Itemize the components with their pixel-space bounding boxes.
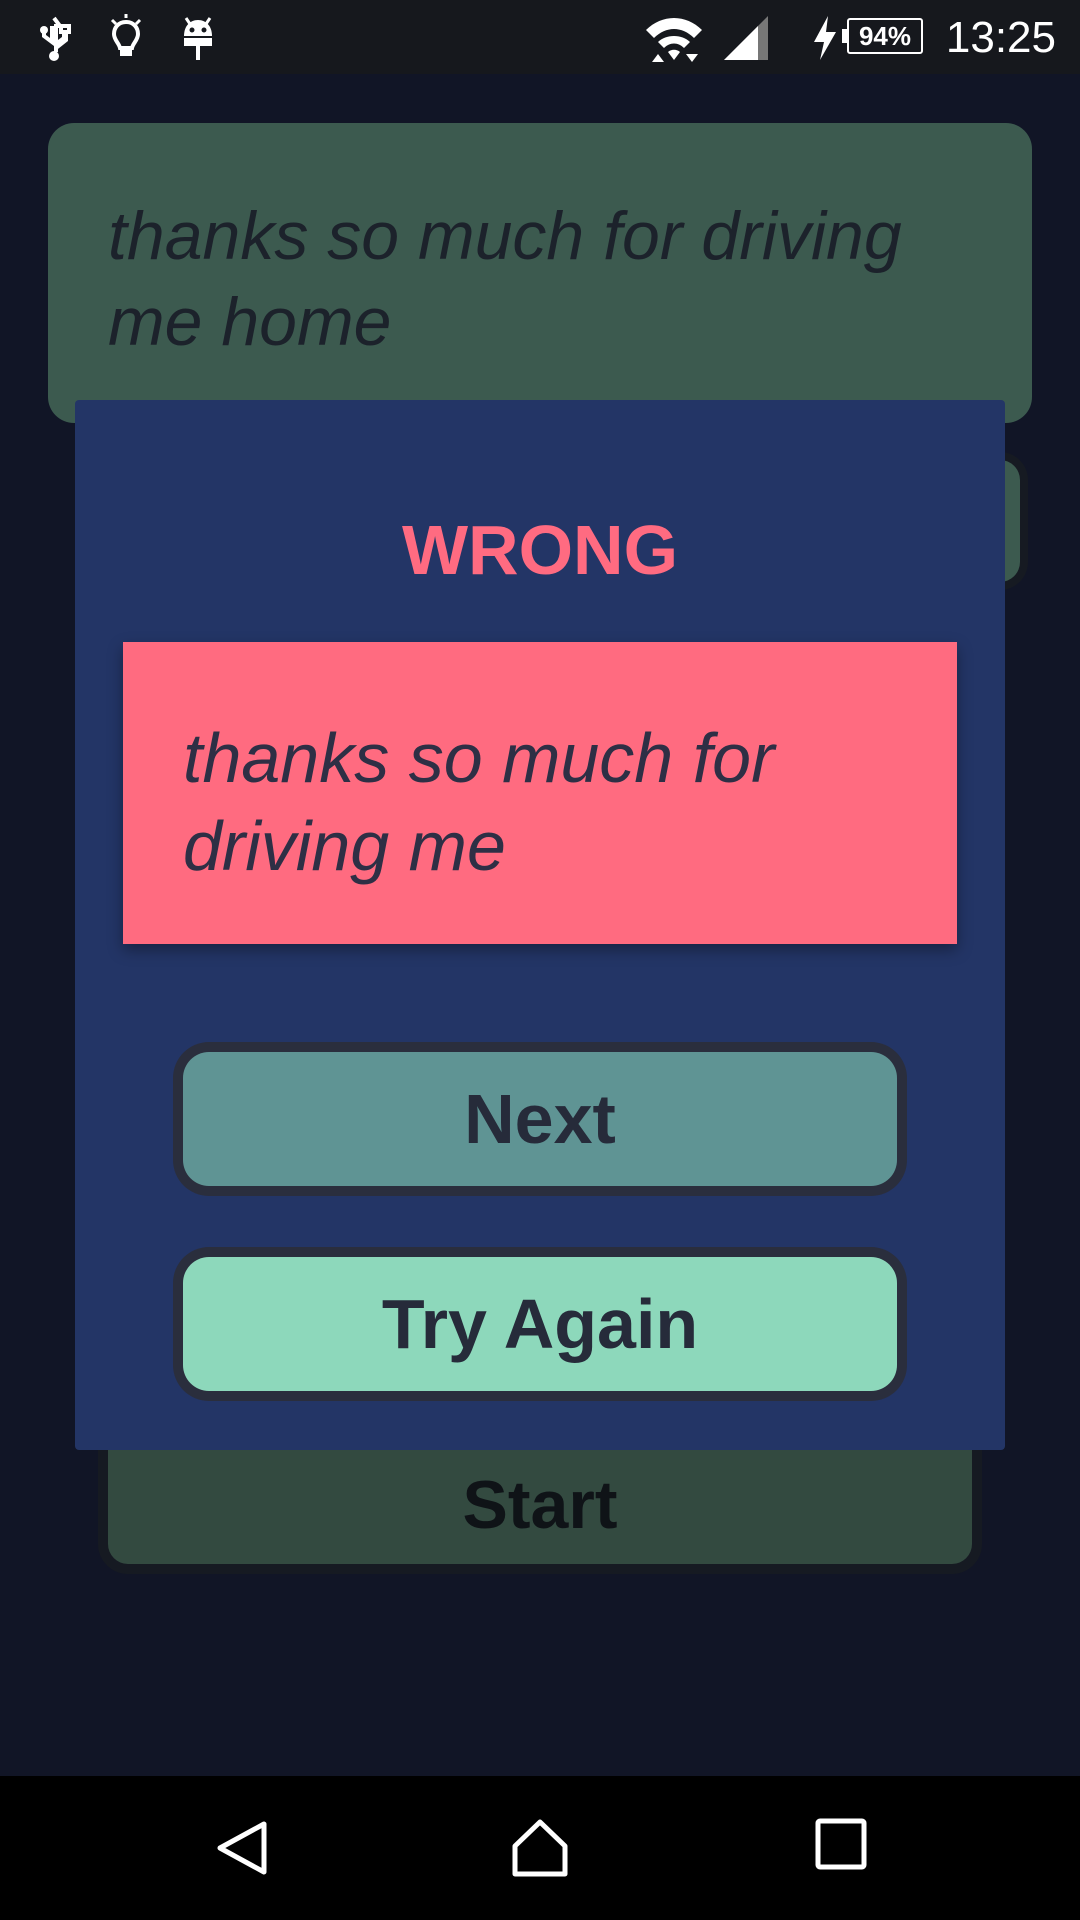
status-time: 13:25 xyxy=(945,13,1056,62)
android-icon xyxy=(184,17,212,60)
back-icon[interactable] xyxy=(212,1818,272,1878)
home-icon[interactable] xyxy=(509,1818,571,1878)
try-again-button[interactable]: Try Again xyxy=(183,1257,897,1391)
wifi-icon xyxy=(646,18,702,62)
battery-tip xyxy=(842,29,847,43)
status-bar: 94% 13:25 xyxy=(0,0,1080,74)
lightbulb-icon xyxy=(110,14,142,56)
recents-icon[interactable] xyxy=(815,1818,867,1870)
battery-icon: 94% xyxy=(842,18,923,54)
next-button[interactable]: Next xyxy=(183,1052,897,1186)
usb-icon xyxy=(40,16,71,61)
battery-percent: 94% xyxy=(858,21,912,51)
phrase-card: thanks so much for driving me home xyxy=(48,123,1032,423)
signal-icon xyxy=(724,16,768,60)
result-dialog: WRONG thanks so much for driving me Next… xyxy=(75,400,1005,1450)
charging-icon xyxy=(814,16,836,60)
result-title: WRONG xyxy=(401,511,679,589)
phrase-text: thanks so much for driving me home xyxy=(108,198,902,360)
screen: 94% 13:25 thanks so much for driving me … xyxy=(0,0,1080,1920)
answer-box: thanks so much for driving me xyxy=(123,642,957,944)
navigation-bar xyxy=(0,1776,1080,1920)
answer-text: thanks so much for driving me xyxy=(183,719,775,885)
